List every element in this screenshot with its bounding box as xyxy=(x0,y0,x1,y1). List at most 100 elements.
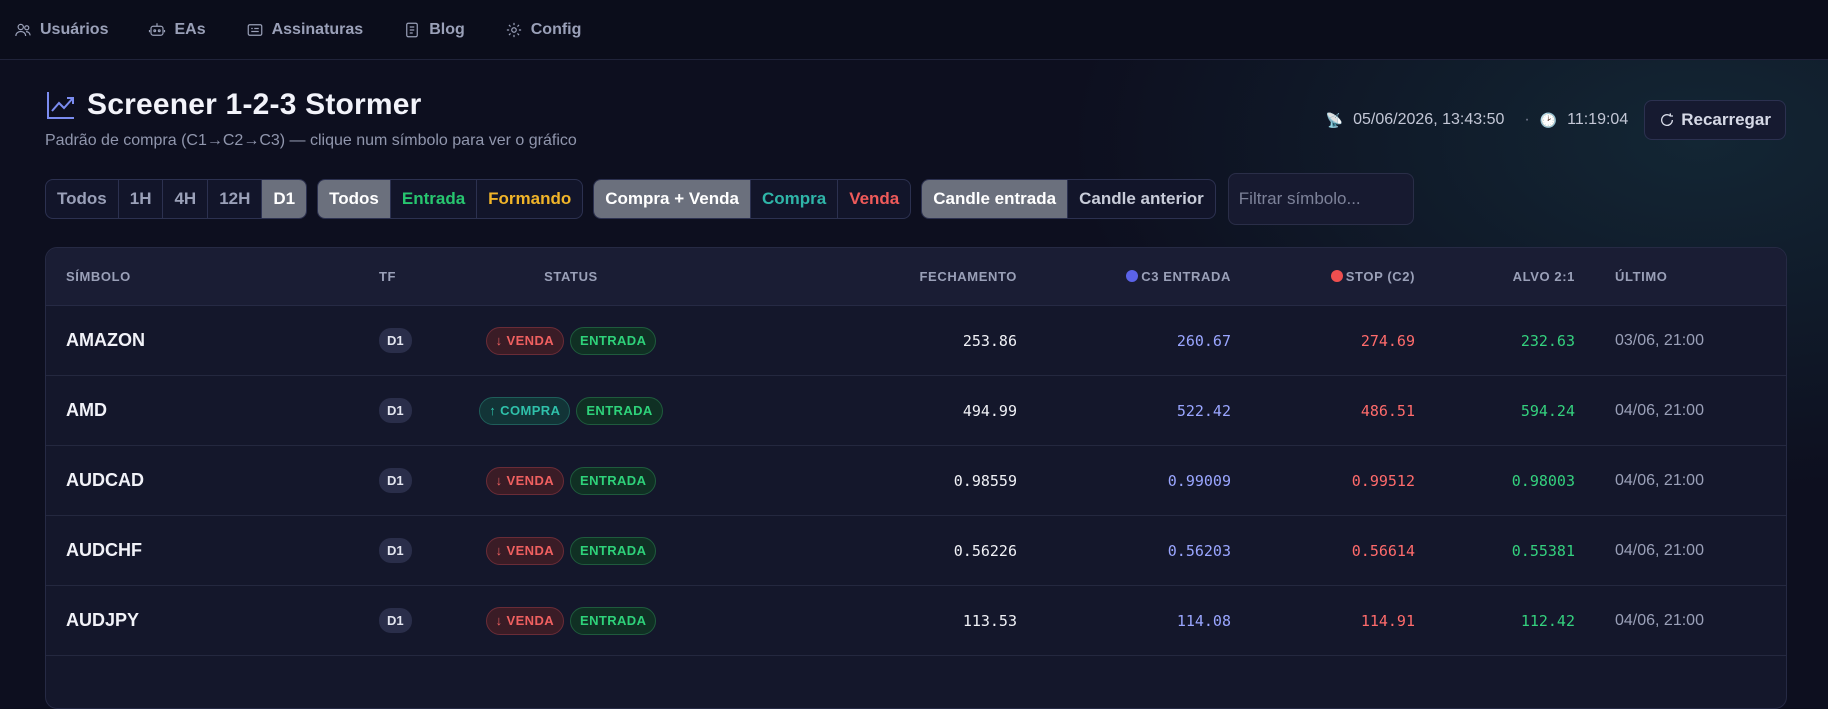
symbol-cell[interactable]: AUDJPY xyxy=(46,610,353,631)
stop-cell: 114.91 xyxy=(1360,611,1415,630)
state-badge: ENTRADA xyxy=(570,326,657,355)
status-meta: 📡 05/06/2026, 13:43:50 · 🕑 11:19:04 Reca… xyxy=(1326,100,1786,140)
header-close[interactable]: FECHAMENTO xyxy=(701,269,1017,284)
timeframe-filter: Todos 1H 4H 12H D1 xyxy=(45,179,308,219)
table-row-partial[interactable] xyxy=(46,656,1786,708)
tf-cell: D1 xyxy=(353,398,441,423)
close-cell: 253.86 xyxy=(962,331,1017,350)
direction-badge: ↓ VENDA xyxy=(485,326,565,355)
table-header: SÍMBOLO TF STATUS FECHAMENTO C3 ENTRADA … xyxy=(46,248,1786,306)
nav-item-assinaturas[interactable]: Assinaturas xyxy=(246,20,364,39)
stop-cell: 274.69 xyxy=(1360,331,1415,350)
tf-badge: D1 xyxy=(379,608,412,633)
status-cell: ↑ COMPRA ENTRADA xyxy=(441,396,701,425)
close-cell: 494.99 xyxy=(962,401,1017,420)
nav-item-usuarios[interactable]: Usuários xyxy=(14,21,108,39)
clock-time: 11:19:04 xyxy=(1567,111,1629,128)
last-cell: 04/06, 21:00 xyxy=(1615,401,1704,419)
tf-badge: D1 xyxy=(379,328,412,353)
state-todos-button[interactable]: Todos xyxy=(318,180,391,218)
reload-button[interactable]: Recarregar xyxy=(1644,100,1786,140)
direction-badge: ↓ VENDA xyxy=(485,606,565,635)
target-cell: 232.63 xyxy=(1520,331,1575,350)
table-row[interactable]: AUDJPY D1 ↓ VENDA ENTRADA 113.53 114.08 … xyxy=(46,586,1786,656)
state-entrada-button[interactable]: Entrada xyxy=(391,180,478,218)
entry-cell: 114.08 xyxy=(1176,611,1231,630)
status-cell: ↓ VENDA ENTRADA xyxy=(441,326,701,355)
doc-icon xyxy=(406,22,419,37)
header-last[interactable]: ÚLTIMO xyxy=(1575,269,1785,284)
last-cell: 03/06, 21:00 xyxy=(1615,331,1704,349)
header-stop-label: STOP (C2) xyxy=(1345,269,1415,284)
direction-badge: ↓ VENDA xyxy=(485,466,565,495)
nav-item-eas[interactable]: EAs xyxy=(148,21,206,39)
target-cell: 0.98003 xyxy=(1511,471,1575,490)
entry-cell: 522.42 xyxy=(1176,401,1231,420)
table-row[interactable]: AMD D1 ↑ COMPRA ENTRADA 494.99 522.42 48… xyxy=(46,376,1786,446)
tf-cell: D1 xyxy=(353,608,441,633)
entry-cell: 260.67 xyxy=(1176,331,1231,350)
tf-badge: D1 xyxy=(379,398,412,423)
state-badge: ENTRADA xyxy=(576,396,663,425)
header-entry-label: C3 ENTRADA xyxy=(1141,269,1231,284)
symbol-cell[interactable]: AMAZON xyxy=(46,330,353,351)
nav-item-label: Blog xyxy=(429,20,465,38)
symbol-cell[interactable]: AMD xyxy=(46,400,353,421)
close-cell: 0.56226 xyxy=(953,541,1017,560)
meta-separator: · xyxy=(1524,111,1530,128)
stop-cell: 486.51 xyxy=(1360,401,1415,420)
header-symbol[interactable]: SÍMBOLO xyxy=(46,269,353,284)
tf-12h-button[interactable]: 12H xyxy=(208,180,263,218)
candle-entrada-button[interactable]: Candle entrada xyxy=(922,180,1069,218)
tf-cell: D1 xyxy=(353,468,441,493)
direction-badge: ↑ COMPRA xyxy=(479,396,571,425)
users-icon xyxy=(15,23,31,36)
card-icon xyxy=(247,23,262,36)
state-formando-button[interactable]: Formando xyxy=(477,180,582,218)
header-entry[interactable]: C3 ENTRADA xyxy=(1017,269,1231,284)
nav-item-label: Assinaturas xyxy=(271,20,364,38)
symbol-search-input[interactable] xyxy=(1227,173,1414,225)
tf-cell: D1 xyxy=(353,538,441,563)
header-tf[interactable]: TF xyxy=(353,269,441,284)
tf-todos-button[interactable]: Todos xyxy=(46,180,119,218)
tf-cell: D1 xyxy=(353,328,441,353)
state-filter: Todos Entrada Formando xyxy=(317,179,584,219)
dir-all-button[interactable]: Compra + Venda xyxy=(594,180,751,218)
dir-compra-button[interactable]: Compra xyxy=(751,180,839,218)
last-cell: 04/06, 21:00 xyxy=(1615,471,1704,489)
header-target[interactable]: ALVO 2:1 xyxy=(1415,269,1575,284)
state-badge: ENTRADA xyxy=(570,606,657,635)
page-title: Screener 1-2-3 Stormer xyxy=(87,88,422,121)
entry-cell: 0.56203 xyxy=(1167,541,1231,560)
last-updated: 05/06/2026, 13:43:50 xyxy=(1353,111,1505,128)
symbol-cell[interactable]: AUDCAD xyxy=(46,470,353,491)
header-stop[interactable]: STOP (C2) xyxy=(1231,269,1415,284)
header-status[interactable]: STATUS xyxy=(441,269,701,284)
target-cell: 0.55381 xyxy=(1511,541,1575,560)
direction-filter: Compra + Venda Compra Venda xyxy=(593,179,912,219)
filter-bar: Todos 1H 4H 12H D1 Todos Entrada Formand… xyxy=(45,173,1414,225)
tf-4h-button[interactable]: 4H xyxy=(163,180,209,218)
tf-1h-button[interactable]: 1H xyxy=(119,180,164,218)
close-cell: 113.53 xyxy=(962,611,1017,630)
tf-d1-button[interactable]: D1 xyxy=(262,180,307,218)
page-header: Screener 1-2-3 Stormer Padrão de compra … xyxy=(0,60,1828,170)
direction-badge: ↓ VENDA xyxy=(485,536,565,565)
last-cell: 04/06, 21:00 xyxy=(1615,541,1704,559)
nav-item-blog[interactable]: Blog xyxy=(403,21,465,39)
last-cell: 04/06, 21:00 xyxy=(1615,611,1704,629)
nav-item-config[interactable]: Config xyxy=(505,21,581,39)
entry-dot-icon xyxy=(1126,270,1139,282)
entry-cell: 0.99009 xyxy=(1167,471,1231,490)
dir-venda-button[interactable]: Venda xyxy=(838,180,910,218)
screener-table: SÍMBOLO TF STATUS FECHAMENTO C3 ENTRADA … xyxy=(45,247,1787,709)
candle-anterior-button[interactable]: Candle anterior xyxy=(1068,180,1215,218)
stop-cell: 0.56614 xyxy=(1351,541,1415,560)
close-cell: 0.98559 xyxy=(953,471,1017,490)
clock-icon: 🕑 xyxy=(1539,111,1558,128)
symbol-cell[interactable]: AUDCHF xyxy=(46,540,353,561)
table-row[interactable]: AUDCHF D1 ↓ VENDA ENTRADA 0.56226 0.5620… xyxy=(46,516,1786,586)
table-row[interactable]: AUDCAD D1 ↓ VENDA ENTRADA 0.98559 0.9900… xyxy=(46,446,1786,516)
table-row[interactable]: AMAZON D1 ↓ VENDA ENTRADA 253.86 260.67 … xyxy=(46,306,1786,376)
